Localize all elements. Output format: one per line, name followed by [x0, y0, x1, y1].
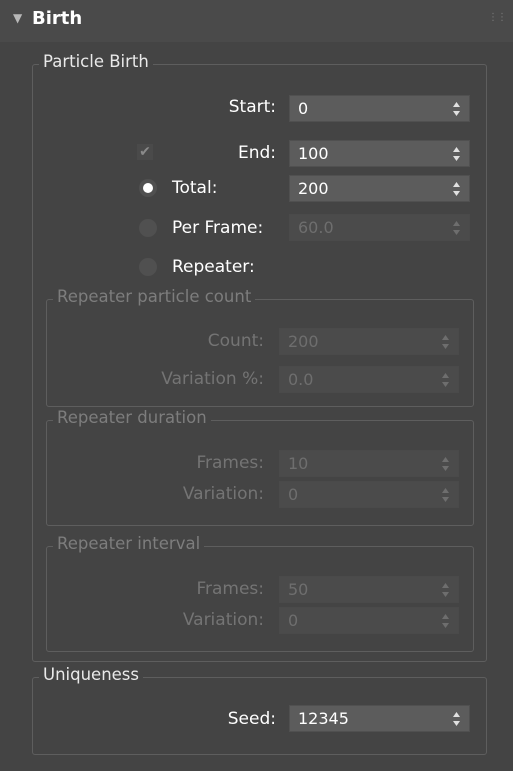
repeater-particle-count-title: Repeater particle count: [53, 287, 256, 306]
interval-variation-label: Variation:: [182, 610, 264, 630]
seed-label: Seed:: [227, 709, 276, 729]
spinner-arrows-icon[interactable]: [453, 712, 460, 726]
variation-percent-value: 0.0: [288, 370, 314, 389]
interval-frames-value: 50: [288, 580, 309, 599]
count-value: 200: [288, 332, 319, 351]
total-radio[interactable]: [139, 179, 157, 197]
seed-value: 12345: [298, 709, 349, 728]
spinner-arrows-icon[interactable]: [453, 182, 460, 196]
interval-variation-spinner[interactable]: 0: [279, 607, 459, 634]
repeater-radio[interactable]: [139, 258, 157, 276]
count-spinner[interactable]: 200: [279, 328, 459, 355]
total-label: Total:: [172, 178, 218, 198]
start-spinner[interactable]: 0: [289, 95, 470, 122]
interval-variation-value: 0: [288, 611, 299, 630]
duration-variation-spinner[interactable]: 0: [279, 481, 459, 508]
duration-frames-spinner[interactable]: 10: [279, 450, 459, 477]
rollout-header[interactable]: ▼ Birth ⋮⋮: [0, 0, 513, 42]
rollout-title: Birth: [32, 8, 83, 29]
seed-spinner[interactable]: 12345: [289, 705, 470, 732]
collapse-arrow-icon[interactable]: ▼: [13, 11, 22, 25]
spinner-arrows-icon[interactable]: [442, 583, 449, 597]
start-value: 0: [298, 99, 309, 118]
spinner-arrows-icon[interactable]: [442, 614, 449, 628]
per-frame-label: Per Frame:: [172, 218, 264, 238]
variation-percent-label: Variation %:: [161, 369, 264, 389]
duration-variation-label: Variation:: [182, 484, 264, 504]
spinner-arrows-icon[interactable]: [453, 221, 460, 235]
repeater-interval-title: Repeater interval: [53, 534, 205, 553]
duration-variation-value: 0: [288, 485, 299, 504]
count-label: Count:: [207, 331, 264, 351]
drag-grip-icon[interactable]: ⋮⋮: [488, 12, 507, 23]
spinner-arrows-icon[interactable]: [442, 488, 449, 502]
end-checkbox[interactable]: ✔: [137, 144, 153, 160]
duration-frames-value: 10: [288, 454, 309, 473]
end-value: 100: [298, 144, 329, 163]
repeater-label: Repeater:: [172, 257, 255, 277]
per-frame-radio[interactable]: [139, 219, 157, 237]
start-label: Start:: [228, 97, 276, 117]
per-frame-spinner[interactable]: 60.0: [289, 214, 470, 241]
spinner-arrows-icon[interactable]: [442, 373, 449, 387]
spinner-arrows-icon[interactable]: [453, 147, 460, 161]
particle-birth-title: Particle Birth: [39, 52, 153, 71]
end-spinner[interactable]: 100: [289, 140, 470, 167]
uniqueness-title: Uniqueness: [39, 665, 144, 684]
interval-frames-spinner[interactable]: 50: [279, 576, 459, 603]
end-label: End:: [237, 143, 276, 163]
per-frame-value: 60.0: [298, 218, 334, 237]
interval-frames-label: Frames:: [196, 579, 264, 599]
total-value: 200: [298, 179, 329, 198]
spinner-arrows-icon[interactable]: [453, 102, 460, 116]
duration-frames-label: Frames:: [196, 453, 264, 473]
variation-percent-spinner[interactable]: 0.0: [279, 366, 459, 393]
repeater-duration-title: Repeater duration: [53, 408, 211, 427]
spinner-arrows-icon[interactable]: [442, 335, 449, 349]
spinner-arrows-icon[interactable]: [442, 457, 449, 471]
total-spinner[interactable]: 200: [289, 175, 470, 202]
